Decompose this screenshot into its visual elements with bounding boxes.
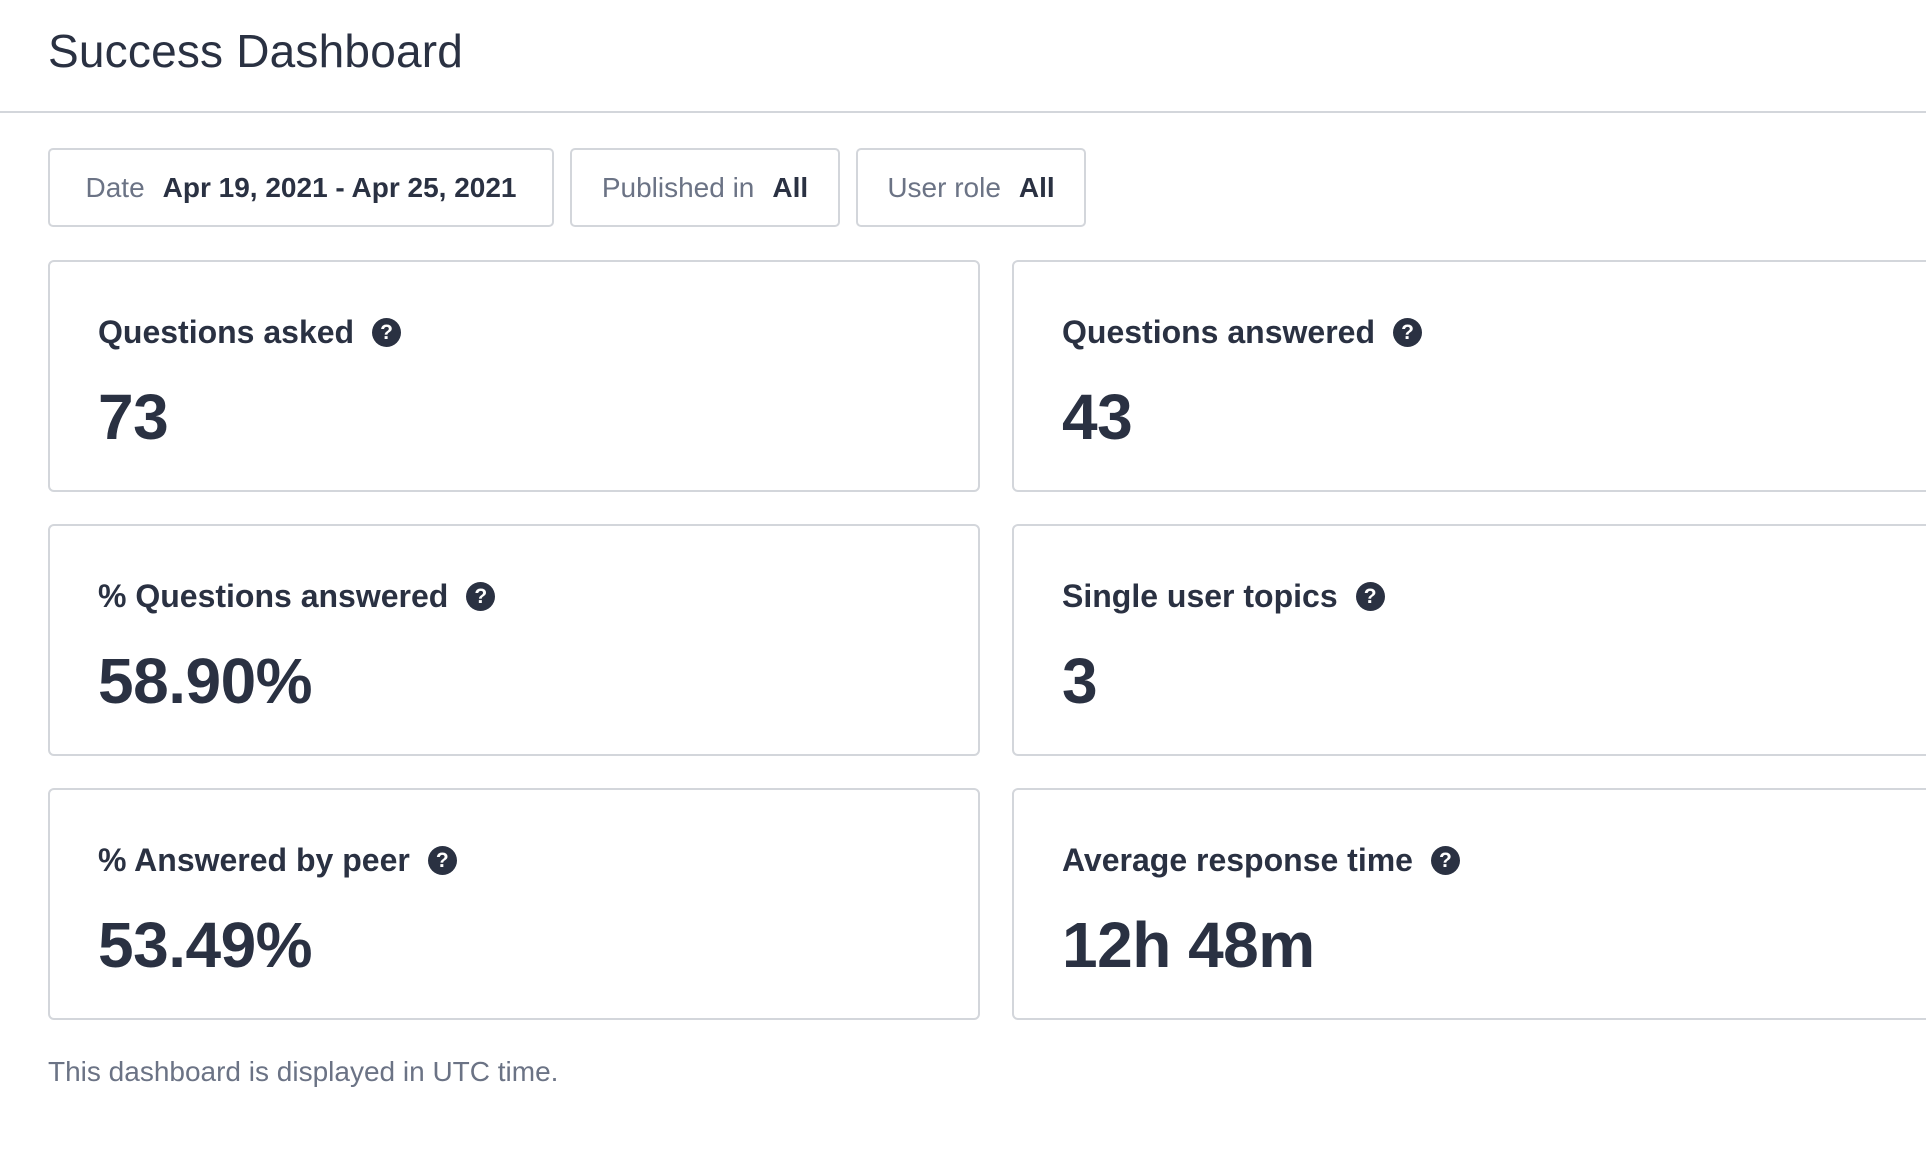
card-title-label: Single user topics [1062,578,1338,614]
questions-asked-card: Questions asked ? 73 [48,260,980,492]
card-title: % Answered by peer ? [98,842,457,879]
published-in-filter-label: Published in [601,171,755,203]
card-title: % Questions answered ? [98,578,496,615]
user-role-filter-label: User role [887,171,1001,203]
card-title-label: Questions answered [1062,314,1375,350]
card-title: Average response time ? [1062,842,1460,879]
question-circle-icon[interactable]: ? [1430,846,1460,875]
card-title-label: % Answered by peer [98,842,410,878]
card-title: Single user topics ? [1062,578,1385,615]
page-title: Success Dashboard [48,25,464,77]
question-circle-icon[interactable]: ? [466,582,496,611]
user-role-filter-button[interactable]: User role All [856,148,1086,227]
card-title-label: Average response time [1062,842,1413,878]
date-filter-button[interactable]: Date Apr 19, 2021 - Apr 25, 2021 [48,148,554,227]
question-circle-icon[interactable]: ? [372,318,402,347]
date-filter-value: Apr 19, 2021 - Apr 25, 2021 [162,171,517,203]
question-circle-icon[interactable]: ? [427,846,457,875]
card-title-label: % Questions answered [98,578,449,614]
timezone-note: This dashboard is displayed in UTC time. [48,1056,559,1087]
question-circle-icon[interactable]: ? [1355,582,1385,611]
card-value: 3 [1062,645,1098,717]
date-filter-label: Date [85,171,145,203]
question-circle-icon[interactable]: ? [1392,318,1422,347]
published-in-filter-value: All [772,171,809,203]
single-user-topics-card: Single user topics ? 3 [1012,524,1926,756]
card-value: 58.90% [98,645,313,717]
percent-answered-by-peer-card: % Answered by peer ? 53.49% [48,788,980,1020]
card-title: Questions asked ? [98,314,402,351]
card-value: 53.49% [98,909,313,981]
page-header: Success Dashboard [0,0,1926,113]
card-value: 73 [98,381,169,453]
card-title: Questions answered ? [1062,314,1422,351]
user-role-filter-value: All [1018,171,1055,203]
card-value: 43 [1062,381,1133,453]
published-in-filter-button[interactable]: Published in All [570,148,840,227]
card-value: 12h 48m [1062,909,1315,981]
card-title-label: Questions asked [98,314,355,350]
average-response-time-card: Average response time ? 12h 48m [1012,788,1926,1020]
questions-answered-card: Questions answered ? 43 [1012,260,1926,492]
percent-questions-answered-card: % Questions answered ? 58.90% [48,524,980,756]
